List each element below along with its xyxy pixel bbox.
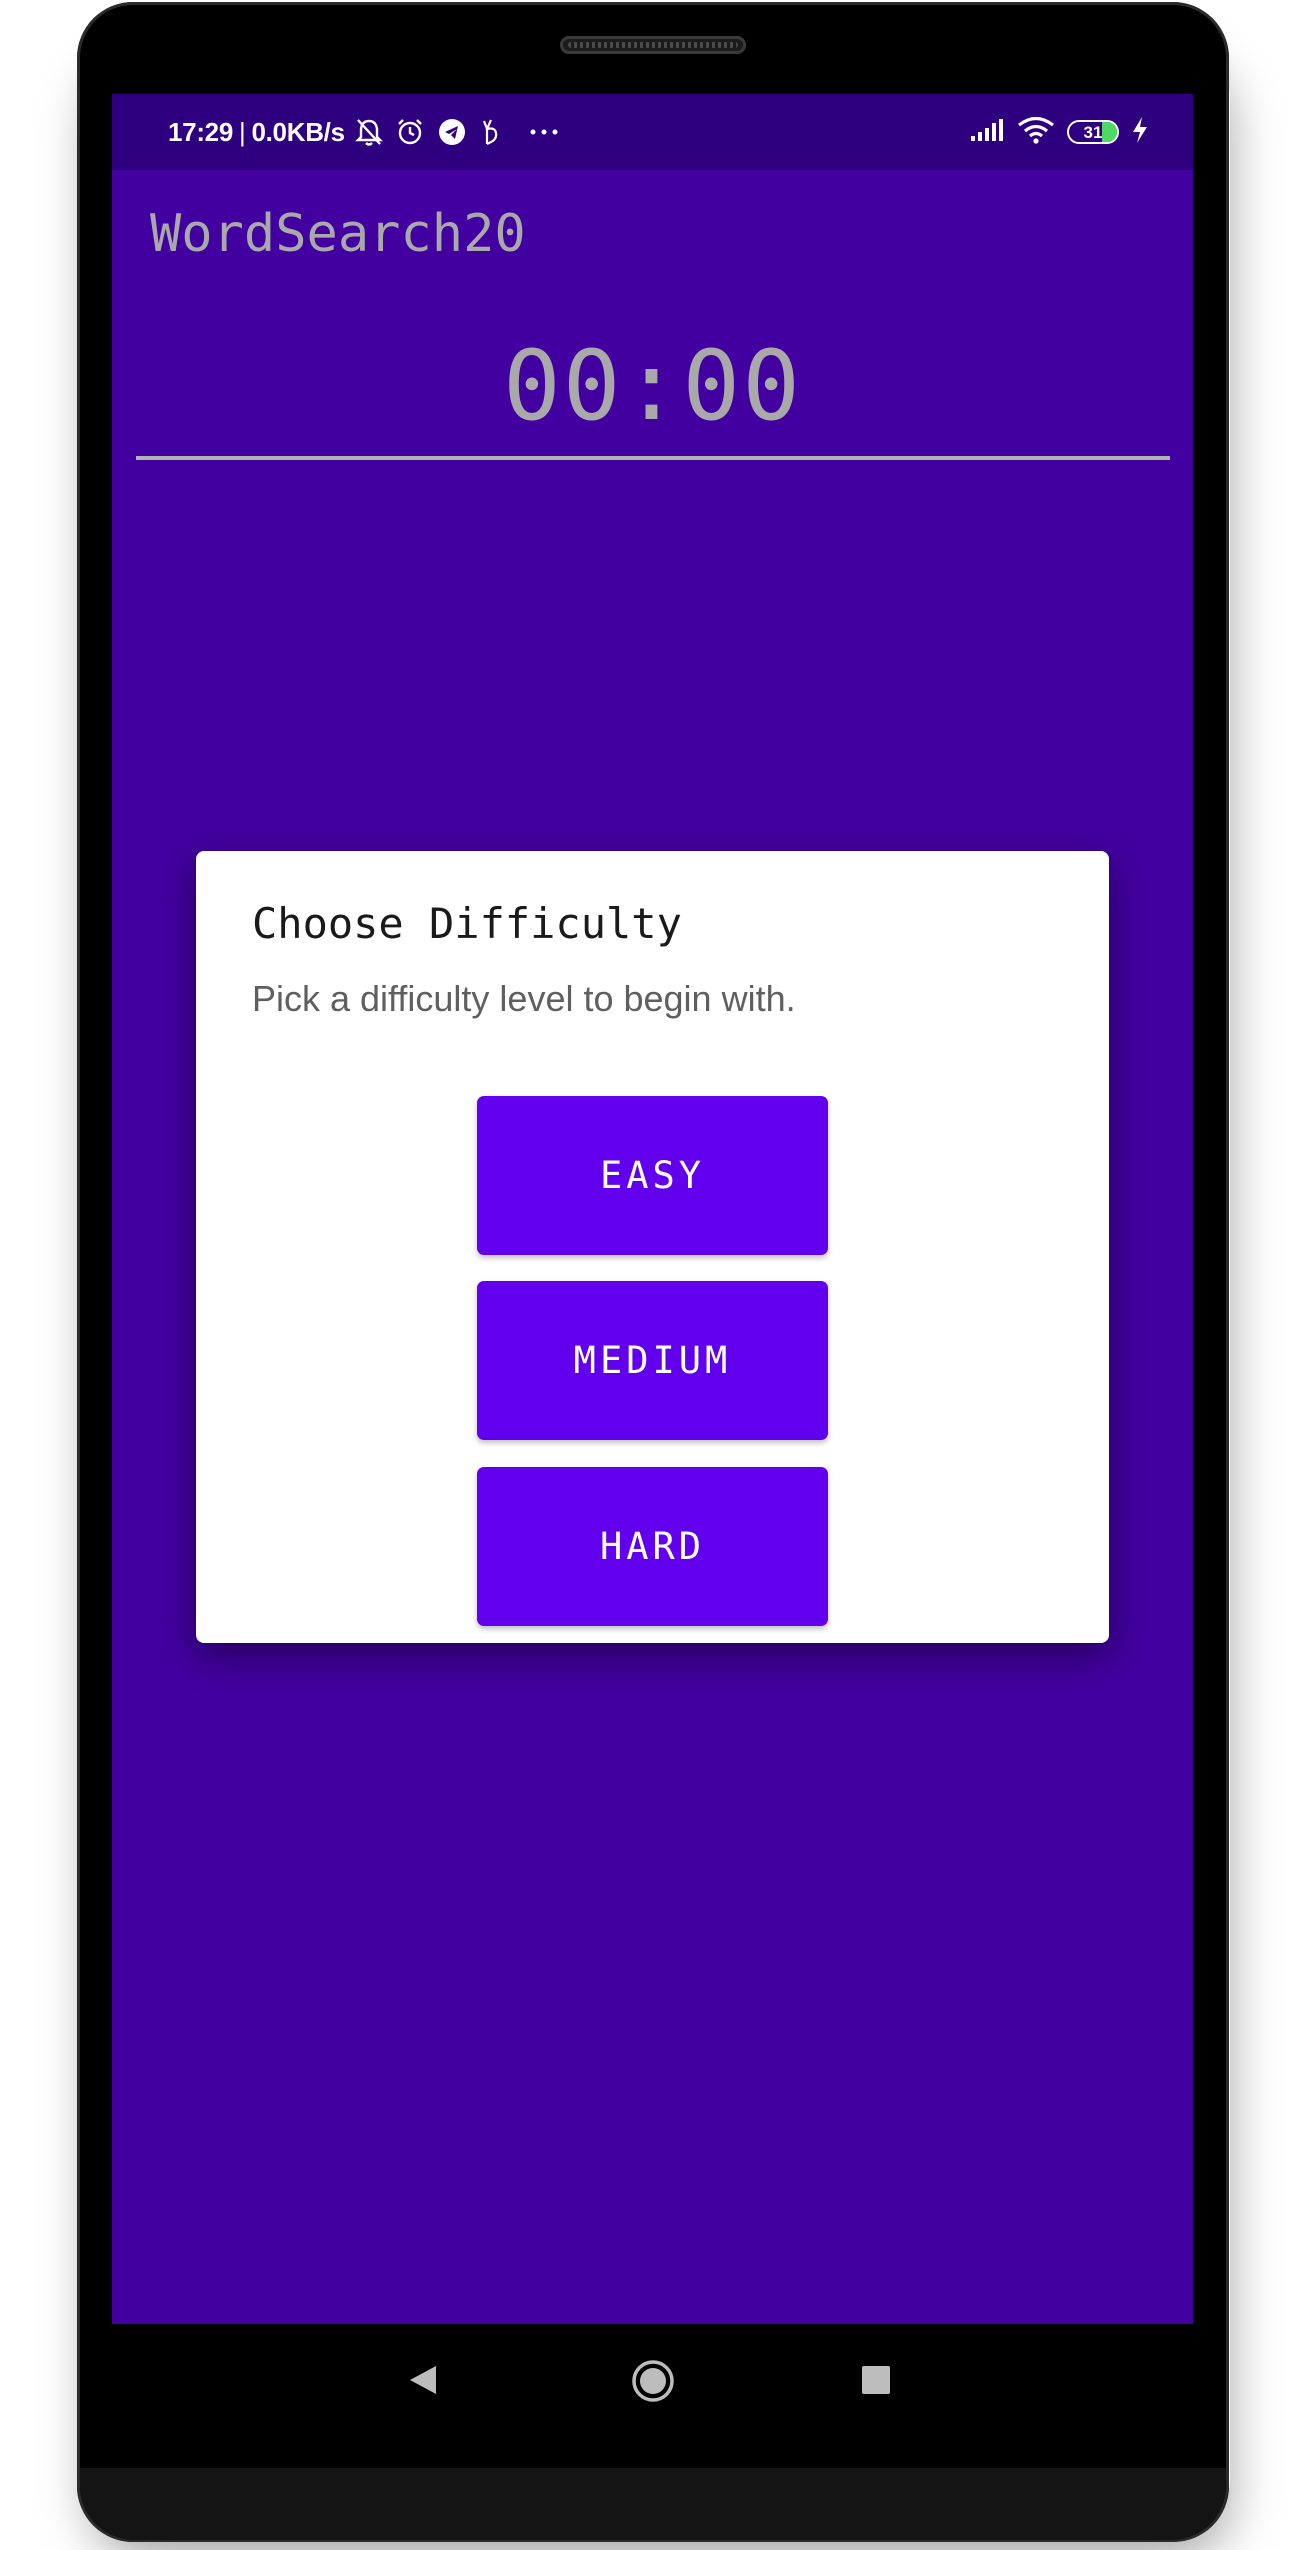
home-icon[interactable] xyxy=(631,2359,675,2407)
notification-icons xyxy=(354,117,559,147)
app-screen: 17:29 | 0.0KB/s 31 WordSearch20 00:00 Ch… xyxy=(112,94,1193,2324)
earpiece-grille xyxy=(568,42,738,48)
medium-button[interactable]: MEDIUM xyxy=(477,1281,828,1440)
network-speed: 0.0KB/s xyxy=(251,116,345,147)
timer-divider xyxy=(136,456,1170,460)
status-bar-left: 17:29 | 0.0KB/s xyxy=(168,114,559,150)
bell-off-icon xyxy=(354,117,383,147)
wifi-icon xyxy=(1017,116,1055,148)
status-bar-right: 31 xyxy=(969,114,1149,150)
status-separator: | xyxy=(239,116,246,147)
back-icon[interactable] xyxy=(408,2364,438,2400)
charging-icon xyxy=(1131,116,1149,148)
battery-level: 31 xyxy=(1083,122,1103,142)
easy-button[interactable]: EASY xyxy=(477,1096,828,1255)
status-bar: 17:29 | 0.0KB/s 31 xyxy=(112,94,1193,170)
battery-icon: 31 xyxy=(1067,120,1119,144)
battery-group: 31 xyxy=(1067,120,1119,144)
more-dots-icon xyxy=(529,128,559,136)
game-timer: 00:00 xyxy=(503,330,802,442)
gesture-icon xyxy=(479,117,503,147)
alarm-icon xyxy=(395,117,425,147)
difficulty-dialog: Choose Difficulty Pick a difficulty leve… xyxy=(196,851,1109,1643)
battery-fill xyxy=(1102,122,1117,142)
dialog-message: Pick a difficulty level to begin with. xyxy=(252,978,796,1019)
signal-icon xyxy=(969,118,1005,146)
hard-button[interactable]: HARD xyxy=(477,1467,828,1626)
app-title: WordSearch20 xyxy=(150,204,526,264)
phone-chin xyxy=(80,2468,1226,2540)
dialog-title: Choose Difficulty xyxy=(252,899,682,948)
recents-icon[interactable] xyxy=(862,2366,890,2394)
telegram-icon xyxy=(437,117,467,147)
status-time: 17:29 xyxy=(168,116,233,147)
